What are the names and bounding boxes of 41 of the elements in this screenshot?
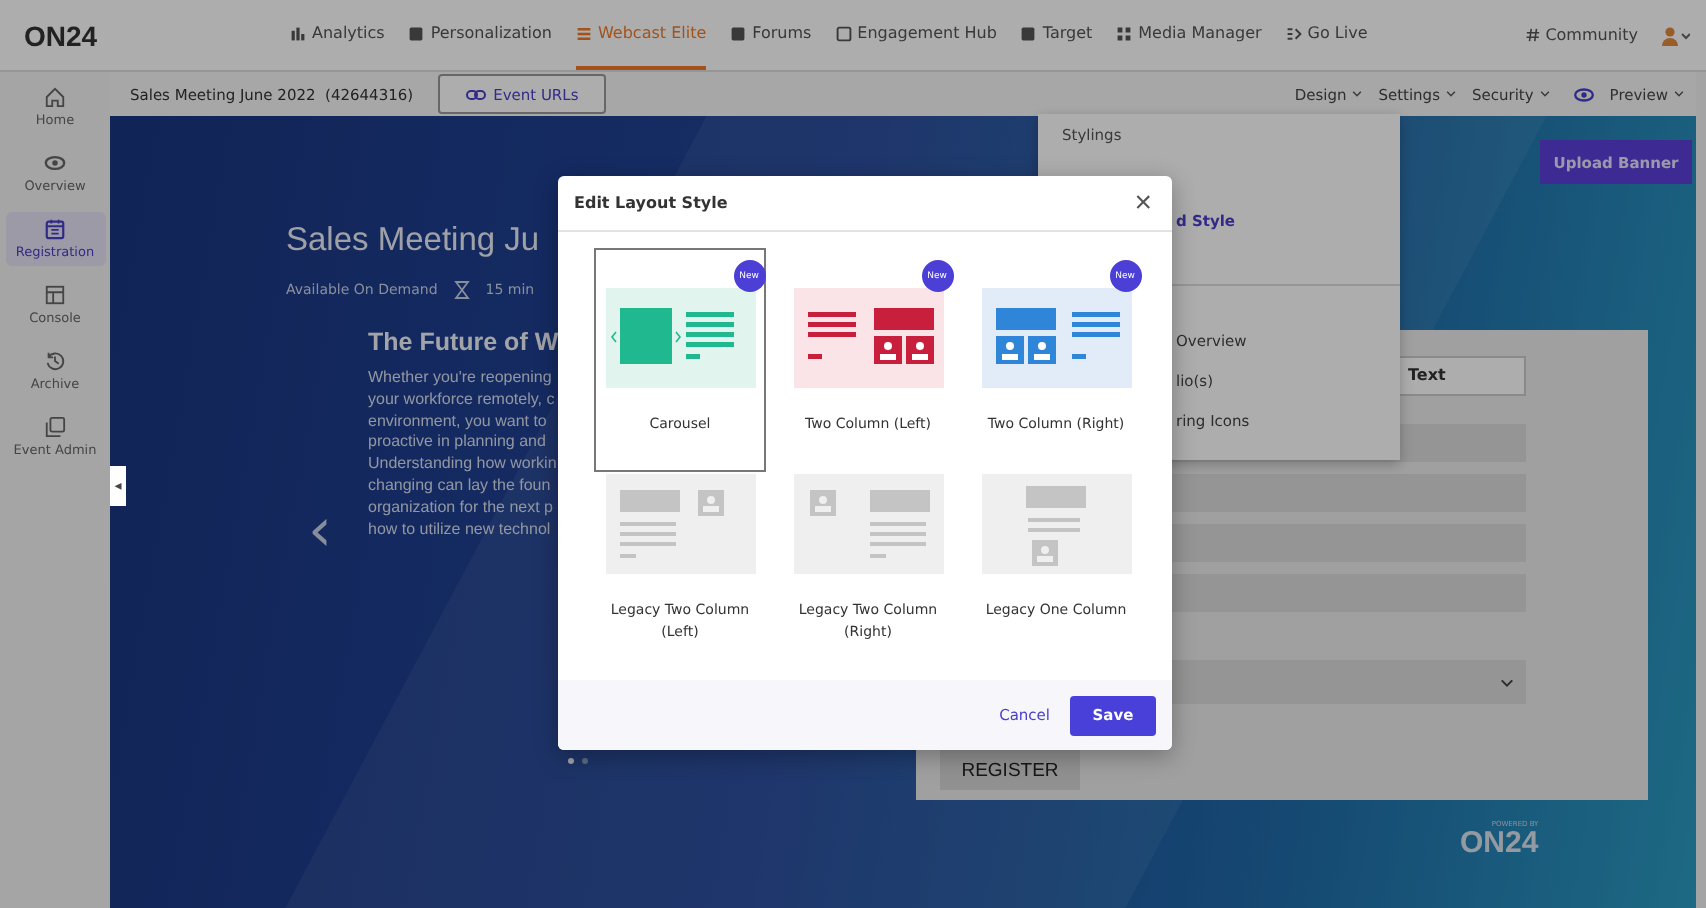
- nav-tab[interactable]: Personalization: [408, 0, 552, 70]
- nav-tab[interactable]: Media Manager: [1116, 0, 1262, 70]
- grid-icon: [1116, 25, 1133, 41]
- square-icon: [1020, 25, 1037, 41]
- banner-subheading: The Future of W: [368, 328, 558, 356]
- home-icon: [44, 86, 66, 108]
- bar-chart-icon: [290, 25, 306, 41]
- hashtag-icon: [1525, 28, 1540, 42]
- nav-tab[interactable]: Analytics: [290, 0, 385, 70]
- slide-dot[interactable]: [582, 758, 588, 764]
- nav-tab[interactable]: Go Live: [1285, 0, 1368, 70]
- list-icon: [575, 25, 592, 41]
- link-icon: [465, 89, 486, 99]
- close-button[interactable]: ×: [1126, 188, 1160, 218]
- nav-tab[interactable]: Target: [1020, 0, 1093, 70]
- user-icon[interactable]: [1662, 25, 1690, 45]
- history-icon: [44, 350, 66, 372]
- caret-icon: [1352, 90, 1363, 98]
- frame-icon: [835, 25, 852, 41]
- broadcast-icon: [1285, 25, 1302, 41]
- community-link[interactable]: Community: [1545, 26, 1638, 44]
- chevron-down-icon: [1500, 677, 1514, 687]
- banner-paragraph: Whether you're reopening your workforce remotely, c environment, you want to proactive in planning and Understanding how workin changing can lay the foun organization for the next p how to utilize new technol: [368, 368, 558, 541]
- register-button[interactable]: REGISTER: [940, 750, 1080, 790]
- layout-icon: [44, 284, 66, 306]
- eye-icon: [1573, 87, 1594, 101]
- dialog-title: Edit Layout Style: [574, 194, 728, 212]
- eye-icon: [44, 152, 66, 174]
- nav-tab[interactable]: Engagement Hub: [835, 0, 997, 70]
- slide-dot[interactable]: [568, 758, 574, 764]
- logo[interactable]: ON24: [24, 19, 290, 51]
- footer-logo: ON24: [1460, 828, 1539, 860]
- caret-icon: [1445, 90, 1456, 98]
- event-heading: Sales Meeting Ju: [286, 220, 540, 262]
- copy-icon: [44, 416, 66, 438]
- previous-slide-button[interactable]: ‹: [304, 508, 336, 556]
- calendar-icon: [44, 218, 66, 240]
- hourglass-icon: [453, 280, 470, 300]
- nav-tab[interactable]: Forums: [730, 0, 812, 70]
- caret-icon: [1539, 90, 1550, 98]
- caret-icon: [1674, 90, 1684, 98]
